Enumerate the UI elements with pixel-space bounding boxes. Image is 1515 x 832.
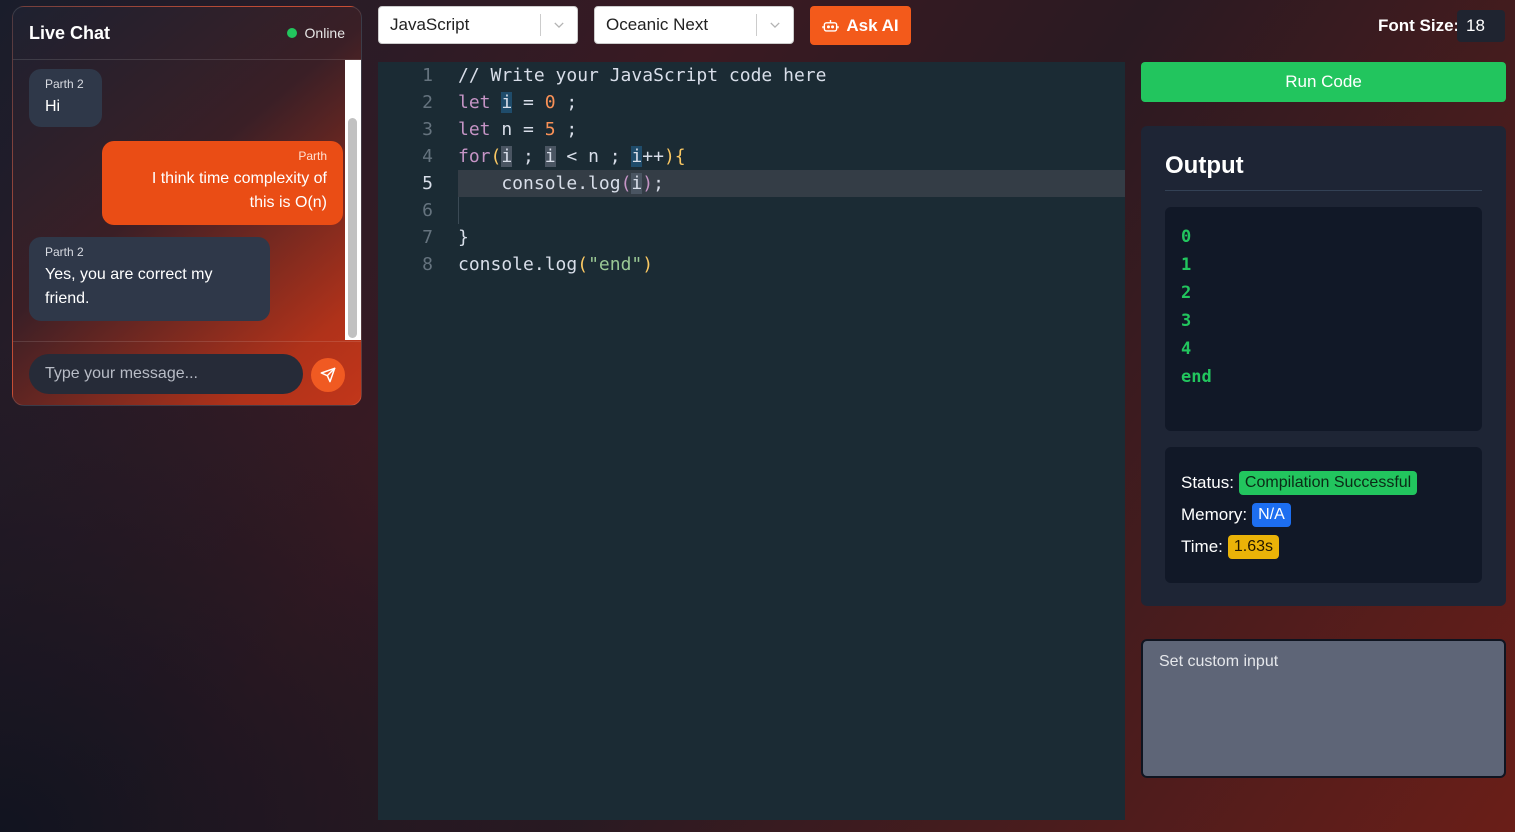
time-row: Time: 1.63s [1181, 535, 1280, 559]
online-status: Online [286, 25, 345, 41]
line-number: 1 [422, 65, 433, 86]
font-size-label: Font Size: [1378, 16, 1460, 35]
code-line-active: 5 console.log(i); [422, 170, 1125, 197]
run-stats: Status: Compilation Successful Memory: N… [1165, 447, 1482, 583]
online-dot-icon [286, 28, 297, 38]
code-text: let n = 5 ; [458, 119, 578, 140]
custom-input-textarea[interactable] [1141, 639, 1506, 778]
line-number: 2 [422, 92, 433, 113]
chat-message-input[interactable] [29, 354, 303, 394]
code-text: let i = 0 ; [458, 92, 578, 113]
chat-message: Parth 2 Hi [29, 69, 102, 127]
code-line: 7 } [378, 224, 1125, 251]
line-number: 7 [422, 227, 433, 248]
code-text: } [458, 227, 469, 248]
message-sender: Parth 2 [45, 245, 84, 259]
output-line: 0 [1181, 227, 1192, 247]
code-line: 8 console.log("end") [378, 251, 1125, 278]
line-number: 6 [422, 200, 433, 221]
code-text: console.log(i); [458, 173, 664, 194]
status-badge: Compilation Successful [1238, 471, 1418, 495]
theme-select-value: Oceanic Next [606, 15, 709, 34]
code-text: console.log("end") [458, 254, 654, 275]
memory-badge: N/A [1252, 503, 1291, 527]
chat-footer [13, 341, 361, 405]
status-label: Status: [1181, 473, 1234, 492]
chat-message: Parth 2 Yes, you are correct my friend. [29, 237, 270, 321]
line-number: 8 [422, 254, 433, 275]
chevron-down-icon [757, 18, 793, 32]
code-line: 3 let n = 5 ; [378, 116, 1125, 143]
message-text-line: Yes, you are correct my [45, 266, 213, 283]
code-line: 2 let i = 0 ; [378, 89, 1125, 116]
status-row: Status: Compilation Successful [1181, 471, 1418, 495]
chat-messages[interactable]: Parth 2 Hi Parth I think time complexity… [13, 60, 347, 340]
chat-scrollbar-thumb[interactable] [348, 118, 357, 338]
ask-ai-label: Ask AI [846, 15, 899, 35]
chevron-down-icon [541, 18, 577, 32]
message-sender: Parth 2 [45, 77, 84, 91]
code-line: 4 for(i ; i < n ; i++){ [378, 143, 1125, 170]
code-text: for(i ; i < n ; i++){ [458, 146, 686, 167]
message-sender: Parth [298, 149, 327, 163]
line-number: 4 [422, 146, 433, 167]
run-code-button[interactable]: Run Code [1141, 62, 1506, 102]
chat-message: Parth I think time complexity of this is… [102, 141, 343, 225]
language-select-value: JavaScript [390, 15, 470, 34]
message-text-line: this is O(n) [249, 194, 327, 211]
output-line: 4 [1181, 339, 1192, 359]
line-number: 5 [422, 173, 433, 194]
memory-label: Memory: [1181, 505, 1248, 524]
line-number: 3 [422, 119, 433, 140]
code-text: // Write your JavaScript code here [458, 65, 827, 86]
ask-ai-button[interactable]: Ask AI [810, 6, 911, 45]
chat-title: Live Chat [29, 22, 111, 43]
font-size-input[interactable]: 18 [1457, 10, 1505, 42]
output-line: 2 [1181, 283, 1192, 303]
code-line: 1 // Write your JavaScript code here [378, 62, 1125, 89]
send-button[interactable] [311, 358, 345, 392]
chat-header: Live Chat Online [13, 7, 361, 60]
online-status-label: Online [304, 25, 345, 41]
robot-icon [822, 20, 840, 32]
time-label: Time: [1181, 537, 1223, 556]
theme-select[interactable]: Oceanic Next [594, 6, 794, 44]
output-title: Output [1165, 152, 1244, 179]
time-badge: 1.63s [1227, 535, 1280, 559]
output-line: 1 [1181, 255, 1192, 275]
code-line: 6 [378, 197, 1125, 224]
output-divider [1165, 190, 1482, 191]
output-line: end [1181, 367, 1212, 387]
message-text: Hi [45, 98, 61, 115]
message-text-line: I think time complexity of [151, 170, 327, 187]
language-select[interactable]: JavaScript [378, 6, 578, 44]
live-chat-panel: Live Chat Online Parth 2 Hi Parth I thin… [12, 6, 362, 406]
output-console: 0 1 2 3 4 end [1165, 207, 1482, 431]
output-panel: Output 0 1 2 3 4 end Status: Compilation… [1141, 126, 1506, 606]
code-editor[interactable]: 1 // Write your JavaScript code here 2 l… [378, 62, 1125, 820]
message-text-line: friend. [45, 290, 90, 307]
memory-row: Memory: N/A [1181, 503, 1291, 527]
chat-scrollbar[interactable] [345, 60, 361, 340]
output-line: 3 [1181, 311, 1192, 331]
send-icon [320, 367, 336, 383]
